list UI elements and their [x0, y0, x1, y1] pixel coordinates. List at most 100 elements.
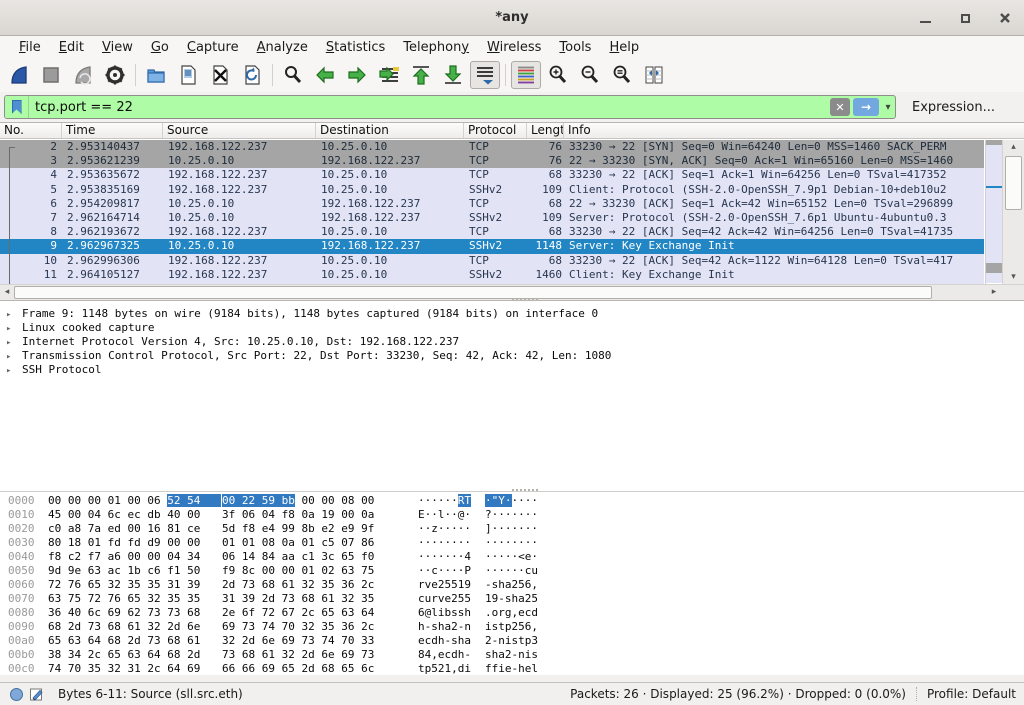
- go-to-bottom-button[interactable]: [438, 61, 468, 89]
- toolbar-separator: [505, 64, 506, 86]
- go-to-packet-button[interactable]: [374, 61, 404, 89]
- status-separator: [916, 687, 917, 701]
- packet-row[interactable]: 62.95420981710.25.0.10192.168.122.237TCP…: [0, 197, 984, 211]
- arrow-top-icon: [410, 64, 432, 86]
- zoom-out-button[interactable]: [575, 61, 605, 89]
- reload-file-button[interactable]: [237, 61, 267, 89]
- hex-row[interactable]: 00509d 9e 63 ac 1b c6 f1 50f9 8c 00 00 0…: [8, 564, 1024, 578]
- detail-tcp[interactable]: ▸Transmission Control Protocol, Src Port…: [6, 349, 1024, 363]
- expander-icon[interactable]: ▸: [6, 364, 22, 377]
- filter-dropdown-button[interactable]: ▾: [881, 102, 895, 113]
- detail-frame[interactable]: ▸Frame 9: 1148 bytes on wire (9184 bits)…: [6, 307, 1024, 321]
- hex-row[interactable]: 008036 40 6c 69 62 73 73 682e 6f 72 67 2…: [8, 606, 1024, 620]
- close-button[interactable]: [996, 9, 1014, 27]
- hex-row[interactable]: 001045 00 04 6c ec db 40 003f 06 04 f8 0…: [8, 508, 1024, 522]
- capture-comment-icon[interactable]: [29, 687, 44, 702]
- column-header-source[interactable]: Source: [163, 123, 316, 138]
- column-header-length[interactable]: Length: [527, 123, 564, 138]
- packet-row[interactable]: 22.953140437192.168.122.23710.25.0.10TCP…: [0, 140, 984, 154]
- hex-row[interactable]: 003080 18 01 fd fd d9 00 0001 01 08 0a 0…: [8, 536, 1024, 550]
- go-to-top-button[interactable]: [406, 61, 436, 89]
- close-file-button[interactable]: [205, 61, 235, 89]
- zoom-in-button[interactable]: [543, 61, 573, 89]
- stop-capture-button[interactable]: [36, 61, 66, 89]
- maximize-button[interactable]: [956, 9, 974, 27]
- hex-row[interactable]: 00b038 34 2c 65 63 64 68 2d73 68 61 32 2…: [8, 648, 1024, 662]
- packet-list-minimap[interactable]: [985, 140, 1002, 284]
- restart-capture-button[interactable]: [68, 61, 98, 89]
- packet-list-vertical-scrollbar[interactable]: ▴ ▾: [1002, 140, 1024, 284]
- menu-file[interactable]: File: [10, 38, 50, 57]
- menu-view[interactable]: View: [93, 38, 142, 57]
- hex-row[interactable]: 0020c0 a8 7a ed 00 16 81 ce5d f8 e4 99 8…: [8, 522, 1024, 536]
- minimize-button[interactable]: [916, 9, 934, 27]
- column-header-time[interactable]: Time: [62, 123, 163, 138]
- expander-icon[interactable]: ▸: [6, 350, 22, 363]
- expander-icon[interactable]: ▸: [6, 336, 22, 349]
- hex-row[interactable]: 006072 76 65 32 35 35 31 392d 73 68 61 3…: [8, 578, 1024, 592]
- menu-go[interactable]: Go: [142, 38, 178, 57]
- menu-analyze[interactable]: Analyze: [248, 38, 317, 57]
- expander-icon[interactable]: ▸: [6, 308, 22, 321]
- column-header-info[interactable]: Info: [564, 123, 1024, 138]
- profile-selector[interactable]: Profile: Default: [927, 687, 1016, 701]
- packet-row[interactable]: 42.953635672192.168.122.23710.25.0.10TCP…: [0, 168, 984, 182]
- detail-ip[interactable]: ▸Internet Protocol Version 4, Src: 10.25…: [6, 335, 1024, 349]
- start-capture-button[interactable]: [4, 61, 34, 89]
- expert-info-icon[interactable]: [10, 688, 23, 701]
- menu-help[interactable]: Help: [600, 38, 648, 57]
- packet-list-horizontal-scrollbar[interactable]: ◂ ▸: [0, 284, 1001, 300]
- auto-scroll-button[interactable]: [470, 61, 500, 89]
- detail-ssh[interactable]: ▸SSH Protocol: [6, 363, 1024, 377]
- hex-row[interactable]: 000000 00 00 01 00 06 52 5400 22 59 bb 0…: [8, 494, 1024, 508]
- packet-row-selected[interactable]: 92.96296732510.25.0.10192.168.122.237SSH…: [0, 239, 984, 253]
- zoom-original-button[interactable]: [607, 61, 637, 89]
- go-forward-button[interactable]: [342, 61, 372, 89]
- menu-edit[interactable]: Edit: [50, 38, 93, 57]
- display-filter-input[interactable]: [29, 100, 830, 115]
- column-header-destination[interactable]: Destination: [316, 123, 464, 138]
- menu-statistics[interactable]: Statistics: [317, 38, 394, 57]
- packet-row[interactable]: 32.95362123910.25.0.10192.168.122.237TCP…: [0, 154, 984, 168]
- hex-row[interactable]: 009068 2d 73 68 61 32 2d 6e69 73 74 70 3…: [8, 620, 1024, 634]
- pane-splitter-grip[interactable]: [512, 298, 538, 302]
- find-packet-button[interactable]: [278, 61, 308, 89]
- packet-row[interactable]: 52.953835169192.168.122.23710.25.0.10SSH…: [0, 183, 984, 197]
- filter-apply-button[interactable]: →: [853, 98, 879, 116]
- scroll-right-arrow[interactable]: ▸: [987, 285, 1001, 300]
- horizontal-scrollbar-thumb[interactable]: [14, 286, 932, 299]
- column-header-protocol[interactable]: Protocol: [464, 123, 527, 138]
- filter-clear-button[interactable]: ✕: [830, 98, 850, 116]
- menu-wireless[interactable]: Wireless: [478, 38, 550, 57]
- detail-linux-cooked[interactable]: ▸Linux cooked capture: [6, 321, 1024, 335]
- menu-capture[interactable]: Capture: [178, 38, 248, 57]
- packet-row[interactable]: 112.964105127192.168.122.23710.25.0.10SS…: [0, 268, 984, 282]
- capture-options-button[interactable]: [100, 61, 130, 89]
- colorize-button[interactable]: [511, 61, 541, 89]
- expression-button[interactable]: Expression...: [902, 100, 1005, 115]
- packet-row[interactable]: 72.96216471410.25.0.10192.168.122.237SSH…: [0, 211, 984, 225]
- hex-row[interactable]: 007063 75 72 76 65 32 35 3531 39 2d 73 6…: [8, 592, 1024, 606]
- go-back-button[interactable]: [310, 61, 340, 89]
- pane-splitter-grip[interactable]: [512, 489, 538, 493]
- add-filter-button[interactable]: +: [1017, 98, 1024, 117]
- packet-row[interactable]: 82.962193672192.168.122.23710.25.0.10TCP…: [0, 225, 984, 239]
- menu-telephony[interactable]: Telephony: [394, 38, 478, 57]
- hex-row[interactable]: 0040f8 c2 f7 a6 00 00 04 3406 14 84 aa c…: [8, 550, 1024, 564]
- open-file-button[interactable]: [141, 61, 171, 89]
- scroll-down-arrow[interactable]: ▾: [1003, 270, 1024, 284]
- menu-tools[interactable]: Tools: [550, 38, 600, 57]
- save-file-button[interactable]: [173, 61, 203, 89]
- filter-bookmark-button[interactable]: [5, 96, 29, 118]
- packet-row[interactable]: 102.962996306192.168.122.23710.25.0.10TC…: [0, 254, 984, 268]
- zoom-in-icon: [547, 64, 569, 86]
- vertical-scrollbar-thumb[interactable]: [1005, 156, 1022, 210]
- hex-row[interactable]: 00a065 63 64 68 2d 73 68 6132 2d 6e 69 7…: [8, 634, 1024, 648]
- scroll-up-arrow[interactable]: ▴: [1003, 140, 1024, 154]
- scroll-left-arrow[interactable]: ◂: [0, 285, 14, 300]
- resize-columns-button[interactable]: [639, 61, 669, 89]
- packet-list-header: No. Time Source Destination Protocol Len…: [0, 123, 1024, 139]
- expander-icon[interactable]: ▸: [6, 322, 22, 335]
- hex-row[interactable]: 00c074 70 35 32 31 2c 64 6966 66 69 65 2…: [8, 662, 1024, 676]
- column-header-no[interactable]: No.: [0, 123, 62, 138]
